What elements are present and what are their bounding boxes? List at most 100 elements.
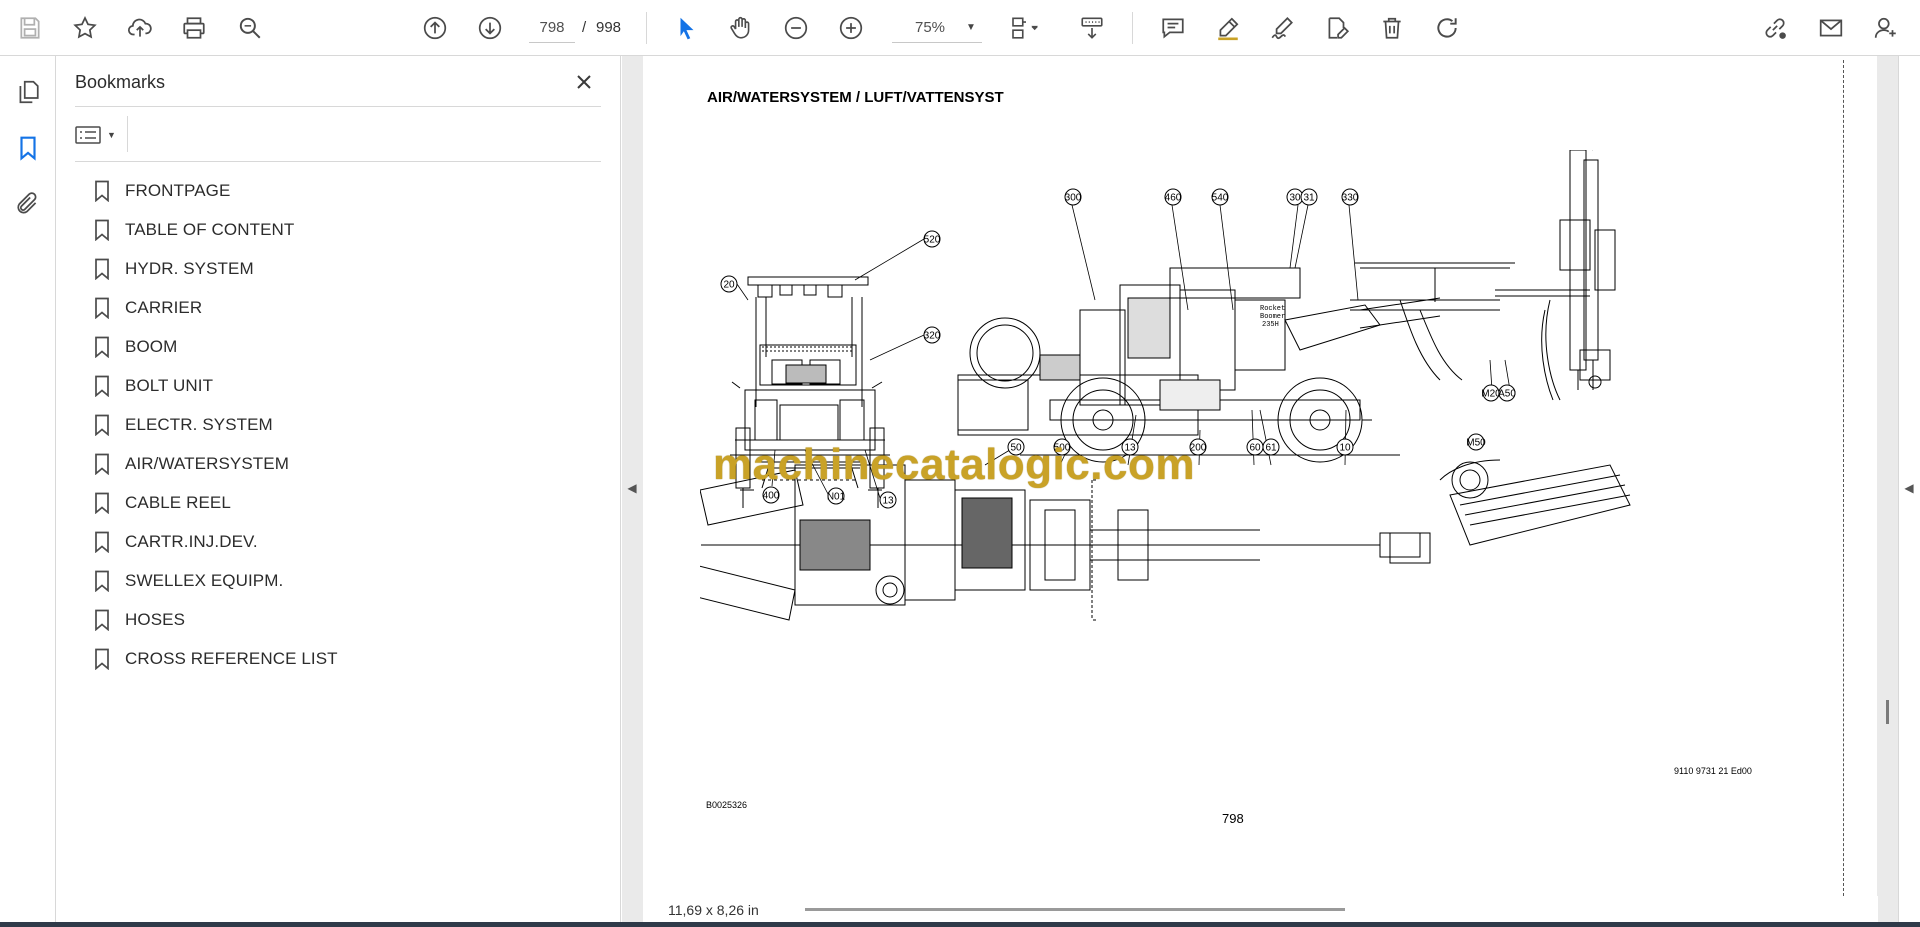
bookmark-item-table-of-content[interactable]: TABLE OF CONTENT — [94, 210, 594, 249]
hand-icon[interactable] — [723, 10, 759, 46]
page-fold-line — [1843, 60, 1844, 896]
callout-label: 330 — [1342, 193, 1359, 204]
document-heading: AIR/WATERSYSTEM / LUFT/VATTENSYST — [707, 89, 1004, 106]
top-toolbar: / 998 75% ▼ — [0, 0, 1920, 56]
bookmark-label: CABLE REEL — [125, 492, 231, 512]
pages-thumbnails-icon[interactable] — [10, 74, 46, 110]
callout-label: 320 — [924, 331, 941, 342]
bookmarks-panel: Bookmarks ▼ FRONTPAGE TABLE OF CONTENT H… — [56, 56, 621, 922]
zoom-out-icon[interactable] — [778, 10, 814, 46]
select-cursor-icon[interactable] — [669, 10, 705, 46]
bookmark-item-hoses[interactable]: HOSES — [94, 600, 594, 639]
bookmark-icon — [94, 413, 116, 437]
divider — [127, 116, 128, 152]
bookmark-list: FRONTPAGE TABLE OF CONTENT HYDR. SYSTEM … — [94, 171, 594, 678]
bookmark-label: FRONTPAGE — [125, 180, 231, 200]
upload-icon[interactable] — [122, 10, 158, 46]
callout-label: 300 — [1065, 193, 1082, 204]
fill-sign-icon[interactable] — [1319, 10, 1355, 46]
boom-drawing — [1350, 150, 1616, 401]
bookmark-item-swellex-equipm[interactable]: SWELLEX EQUIPM. — [94, 561, 594, 600]
bookmark-icon — [94, 218, 116, 242]
bookmark-item-cross-reference-list[interactable]: CROSS REFERENCE LIST — [94, 639, 594, 678]
print-icon[interactable] — [176, 10, 212, 46]
divider — [75, 161, 601, 162]
bookmark-label: CARRIER — [125, 297, 203, 317]
bookmark-label: AIR/WATERSYSTEM — [125, 453, 289, 473]
toolbar-divider — [646, 12, 647, 44]
drawing-reference: 9110 9731 21 Ed00 — [1674, 766, 1752, 776]
bookmark-item-cable-reel[interactable]: CABLE REEL — [94, 483, 594, 522]
callout-label: N01 — [827, 492, 846, 503]
bookmark-item-cartr-inj-dev[interactable]: CARTR.INJ.DEV. — [94, 522, 594, 561]
bookmark-item-frontpage[interactable]: FRONTPAGE — [94, 171, 594, 210]
bookmark-icon — [94, 569, 116, 593]
side-view-drawing — [957, 262, 1515, 463]
zoom-in-icon[interactable] — [833, 10, 869, 46]
vertical-scroll-thumb[interactable] — [1886, 700, 1889, 724]
bookmark-item-air-watersystem[interactable]: AIR/WATERSYSTEM — [94, 444, 594, 483]
watermark-text: machinecatalogic.com — [713, 440, 1195, 489]
callout-label: 460 — [1165, 193, 1182, 204]
vertical-scrollbar[interactable] — [1878, 56, 1898, 896]
zoom-value: 75% — [914, 19, 946, 36]
share-link-icon[interactable] — [1757, 10, 1793, 46]
bookmark-label: BOLT UNIT — [125, 375, 214, 395]
bookmark-star-icon[interactable] — [67, 10, 103, 46]
page-number-input[interactable] — [529, 13, 575, 43]
page-separator: / — [582, 19, 587, 36]
highlight-icon[interactable] — [1210, 10, 1246, 46]
chevron-down-icon: ▼ — [966, 22, 976, 33]
bookmark-label: HOSES — [125, 609, 186, 629]
bookmark-label: CARTR.INJ.DEV. — [125, 531, 258, 551]
bookmark-options-button[interactable]: ▼ — [75, 120, 121, 150]
email-icon[interactable] — [1813, 10, 1849, 46]
callout-label: 520 — [924, 235, 941, 246]
bookmarks-icon[interactable] — [10, 130, 46, 166]
rotate-icon[interactable] — [1429, 10, 1465, 46]
bookmark-icon — [94, 608, 116, 632]
callout-label: 10 — [1339, 443, 1351, 454]
account-icon[interactable] — [1868, 10, 1904, 46]
find-icon[interactable] — [232, 10, 268, 46]
comment-icon[interactable] — [1155, 10, 1191, 46]
callout-label: 540 — [1212, 193, 1229, 204]
zoom-select[interactable]: 75% ▼ — [892, 13, 982, 43]
save-icon[interactable] — [12, 10, 48, 46]
attachments-icon[interactable] — [10, 186, 46, 222]
bookmark-label: BOOM — [125, 336, 178, 356]
scroll-mode-icon[interactable] — [1074, 10, 1110, 46]
next-page-icon[interactable] — [472, 10, 508, 46]
left-tool-rail — [0, 56, 56, 922]
expand-right-panel-button[interactable]: ◀ — [1898, 470, 1920, 506]
callout-label: 61 — [1265, 443, 1277, 454]
bookmark-item-hydr-system[interactable]: HYDR. SYSTEM — [94, 249, 594, 288]
horizontal-scroll-thumb[interactable] — [805, 908, 1345, 911]
bookmark-label: SWELLEX EQUIPM. — [125, 570, 284, 590]
sign-icon[interactable] — [1264, 10, 1300, 46]
bookmark-label: ELECTR. SYSTEM — [125, 414, 273, 434]
callout-label: A50 — [1498, 389, 1516, 400]
total-pages: 998 — [596, 19, 622, 36]
window-bottom-edge — [0, 922, 1920, 927]
bookmark-label: HYDR. SYSTEM — [125, 258, 254, 278]
page-view-icon[interactable] — [1003, 10, 1049, 46]
close-icon[interactable] — [570, 68, 598, 96]
previous-page-icon[interactable] — [417, 10, 453, 46]
callout-label: 400 — [763, 491, 780, 502]
bookmark-icon — [94, 374, 116, 398]
bookmark-item-electr-system[interactable]: ELECTR. SYSTEM — [94, 405, 594, 444]
bookmark-item-carrier[interactable]: CARRIER — [94, 288, 594, 327]
bookmark-item-bolt-unit[interactable]: BOLT UNIT — [94, 366, 594, 405]
callout-label: 30 — [1289, 193, 1301, 204]
bookmark-item-boom[interactable]: BOOM — [94, 327, 594, 366]
machine-badge: Rocket Boomer 235H — [1260, 305, 1285, 329]
chevron-left-icon: ◀ — [1904, 481, 1914, 495]
badge-line: 235H — [1262, 321, 1279, 329]
bookmark-icon — [94, 491, 116, 515]
divider — [75, 106, 601, 107]
collapse-left-panel-button[interactable]: ◀ — [622, 470, 642, 506]
printed-page-number: 798 — [1222, 811, 1244, 826]
bookmark-icon — [94, 179, 116, 203]
delete-icon[interactable] — [1374, 10, 1410, 46]
